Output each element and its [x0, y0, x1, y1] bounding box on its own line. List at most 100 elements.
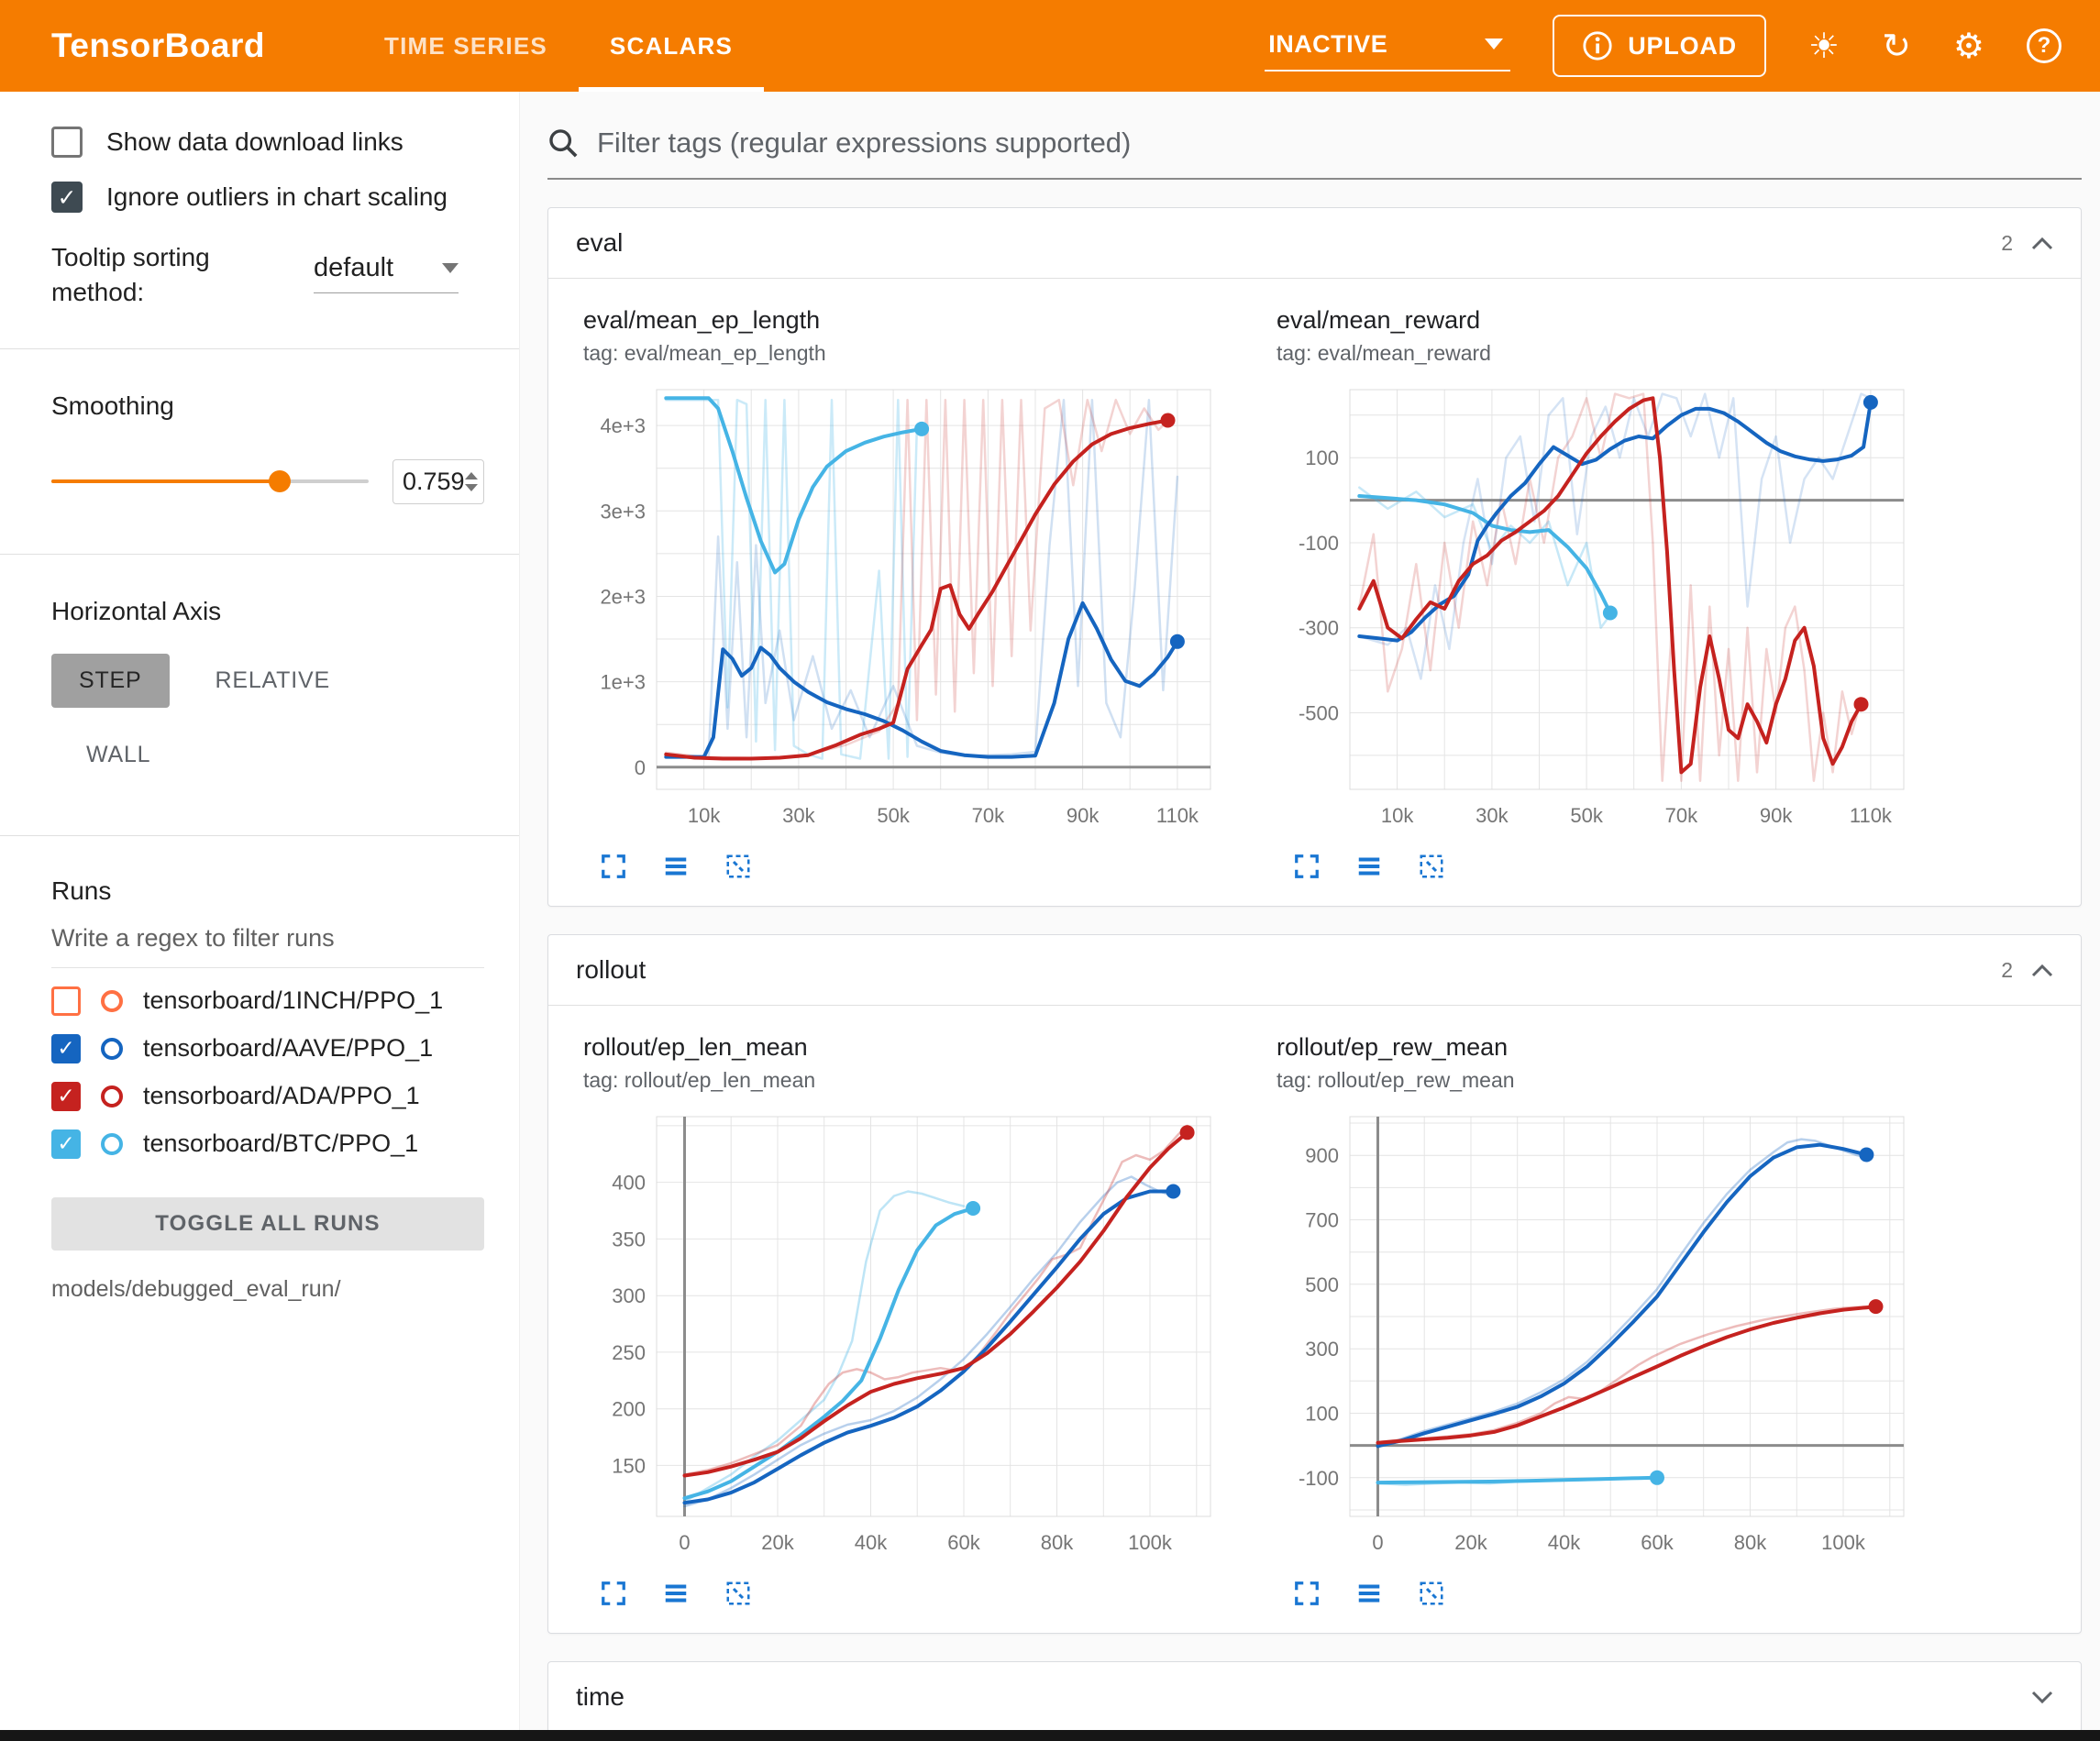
svg-text:20k: 20k	[1454, 1531, 1487, 1554]
series-list-icon[interactable]	[662, 1580, 690, 1607]
search-icon	[547, 127, 579, 159]
section-eval: eval 2 eval/mean_ep_length tag: eval/mea…	[547, 207, 2082, 907]
fit-domain-icon[interactable]	[724, 1580, 752, 1607]
tooltip-sorting-select[interactable]: default	[314, 253, 459, 293]
section-eval-header[interactable]: eval 2	[548, 208, 2081, 278]
section-chart-count: 2	[2001, 958, 2013, 983]
filter-tags-input[interactable]	[597, 121, 2082, 165]
expand-chart-icon[interactable]	[1293, 853, 1321, 880]
expand-chart-icon[interactable]	[600, 1580, 627, 1607]
tab-scalars[interactable]: SCALARS	[579, 0, 764, 92]
ignore-outliers-row[interactable]: ✓ Ignore outliers in chart scaling	[51, 182, 484, 213]
chart-card-rollout-ep-rew-mean: rollout/ep_rew_mean tag: rollout/ep_rew_…	[1266, 1033, 1959, 1607]
svg-text:250: 250	[612, 1341, 646, 1364]
horizontal-axis-label: Horizontal Axis	[51, 597, 484, 626]
refresh-icon[interactable]: ↻	[1882, 28, 1911, 63]
run-color-circle[interactable]	[101, 990, 123, 1012]
expand-chart-icon[interactable]	[600, 853, 627, 880]
smoothing-slider[interactable]	[51, 479, 369, 483]
fit-domain-icon[interactable]	[1418, 853, 1445, 880]
svg-text:40k: 40k	[1548, 1531, 1581, 1554]
svg-text:80k: 80k	[1041, 1531, 1074, 1554]
info-icon	[1582, 30, 1613, 61]
run-color-circle[interactable]	[101, 1038, 123, 1060]
status-dropdown[interactable]: INACTIVE	[1265, 21, 1510, 72]
svg-text:0: 0	[635, 756, 646, 779]
toggle-all-runs-button[interactable]: TOGGLE ALL RUNS	[51, 1197, 484, 1251]
section-title: eval	[576, 228, 623, 258]
smoothing-slider-fill	[51, 479, 280, 483]
line-chart[interactable]: 020k40k60k80k100k-100100300500700900	[1277, 1104, 1959, 1567]
runs-heading: Runs	[51, 876, 484, 906]
runs-filter-input[interactable]	[51, 906, 484, 968]
tab-time-series[interactable]: TIME SERIES	[353, 0, 579, 92]
main-tabs: TIME SERIES SCALARS	[353, 0, 764, 92]
svg-text:110k: 110k	[1156, 804, 1199, 827]
run-item[interactable]: ✓tensorboard/ADA/PPO_1	[51, 1082, 484, 1111]
run-checkbox[interactable]: ✓	[51, 1129, 81, 1159]
section-rollout-header[interactable]: rollout 2	[548, 935, 2081, 1005]
svg-text:300: 300	[612, 1284, 646, 1307]
fit-domain-icon[interactable]	[1418, 1580, 1445, 1607]
line-chart[interactable]: 020k40k60k80k100k150200250300350400	[583, 1104, 1266, 1567]
svg-text:60k: 60k	[1641, 1531, 1674, 1554]
section-time-header[interactable]: time	[548, 1662, 2081, 1730]
svg-text:2e+3: 2e+3	[600, 586, 646, 609]
series-list-icon[interactable]	[662, 853, 690, 880]
chevron-down-icon	[442, 263, 459, 273]
run-checkbox[interactable]: ✓	[51, 1082, 81, 1111]
svg-text:40k: 40k	[855, 1531, 888, 1554]
svg-text:100k: 100k	[1128, 1531, 1173, 1554]
svg-text:110k: 110k	[1850, 804, 1893, 827]
ignore-outliers-checkbox[interactable]: ✓	[51, 182, 83, 213]
settings-gear-icon[interactable]: ⚙	[1953, 28, 1984, 63]
stepper-arrows-icon[interactable]	[465, 472, 478, 491]
run-item[interactable]: tensorboard/1INCH/PPO_1	[51, 986, 484, 1016]
svg-text:30k: 30k	[1476, 804, 1509, 827]
axis-relative-button[interactable]: RELATIVE	[188, 654, 358, 708]
svg-text:30k: 30k	[782, 804, 815, 827]
run-color-circle[interactable]	[101, 1133, 123, 1155]
svg-text:100k: 100k	[1821, 1531, 1866, 1554]
run-color-circle[interactable]	[101, 1085, 123, 1107]
svg-text:900: 900	[1305, 1144, 1339, 1167]
svg-text:10k: 10k	[1381, 804, 1414, 827]
line-chart[interactable]: 10k30k50k70k90k110k01e+32e+33e+34e+3	[583, 377, 1266, 840]
run-item[interactable]: ✓ tensorboard/BTC/PPO_1	[51, 1129, 484, 1159]
run-checkbox[interactable]: ✓	[51, 1034, 81, 1063]
collapse-chevron-up-icon[interactable]	[2031, 964, 2053, 977]
section-chart-count: 2	[2001, 231, 2013, 256]
svg-text:60k: 60k	[947, 1531, 980, 1554]
svg-text:1e+3: 1e+3	[600, 671, 646, 694]
run-checkbox[interactable]	[51, 986, 81, 1016]
svg-text:100: 100	[1305, 446, 1339, 469]
series-list-icon[interactable]	[1355, 853, 1383, 880]
upload-button[interactable]: UPLOAD	[1553, 15, 1766, 77]
series-list-icon[interactable]	[1355, 1580, 1383, 1607]
chart-card-rollout-ep-len-mean: rollout/ep_len_mean tag: rollout/ep_len_…	[572, 1033, 1266, 1607]
fit-domain-icon[interactable]	[724, 853, 752, 880]
run-item[interactable]: ✓tensorboard/AAVE/PPO_1	[51, 1034, 484, 1063]
show-download-links-row[interactable]: Show data download links	[51, 127, 484, 158]
chart-tag: tag: rollout/ep_rew_mean	[1277, 1068, 1959, 1093]
brightness-icon[interactable]: ☀	[1808, 28, 1840, 63]
svg-text:-500: -500	[1299, 702, 1339, 725]
axis-wall-button[interactable]: WALL	[59, 728, 178, 782]
svg-text:0: 0	[1372, 1531, 1383, 1554]
help-icon[interactable]: ?	[2027, 28, 2061, 63]
axis-step-button[interactable]: STEP	[51, 654, 170, 708]
section-title: time	[576, 1682, 624, 1712]
svg-text:500: 500	[1305, 1273, 1339, 1296]
expand-chart-icon[interactable]	[1293, 1580, 1321, 1607]
smoothing-slider-thumb[interactable]	[269, 470, 291, 492]
show-download-links-checkbox[interactable]	[51, 127, 83, 158]
runs-directory-label: models/debugged_eval_run/	[51, 1276, 484, 1303]
line-chart[interactable]: 10k30k50k70k90k110k100-100-300-500	[1277, 377, 1959, 840]
smoothing-value-input[interactable]: 0.759	[392, 459, 484, 504]
upload-button-label: UPLOAD	[1628, 32, 1737, 61]
run-label: tensorboard/BTC/PPO_1	[143, 1129, 418, 1158]
collapse-chevron-down-icon[interactable]	[2031, 1691, 2053, 1704]
smoothing-label: Smoothing	[51, 391, 484, 421]
svg-text:3e+3: 3e+3	[600, 500, 646, 523]
collapse-chevron-up-icon[interactable]	[2031, 237, 2053, 250]
